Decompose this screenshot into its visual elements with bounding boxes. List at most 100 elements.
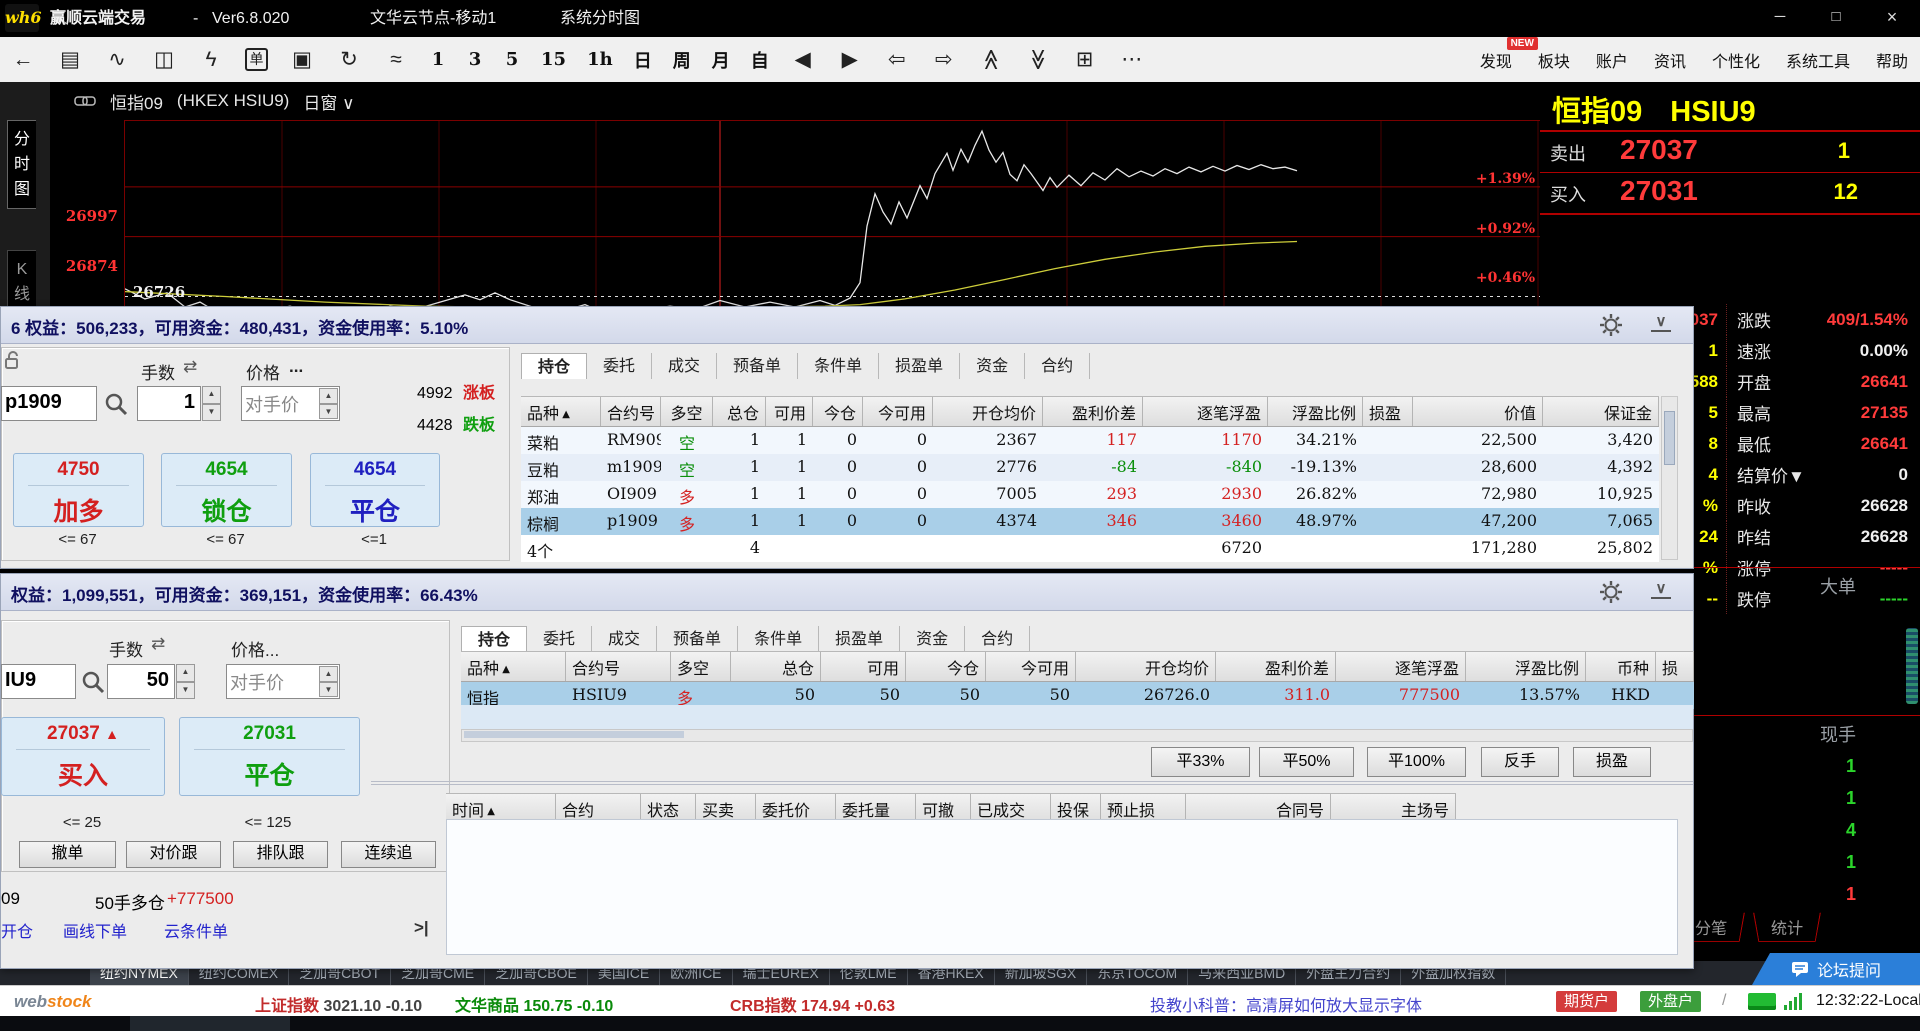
tab1-7[interactable]: 合约 xyxy=(1025,353,1090,379)
menu-item-3[interactable]: 资讯 xyxy=(1654,48,1686,72)
table-scrollbar-1[interactable] xyxy=(1661,396,1678,560)
order-link-0[interactable]: 开仓 xyxy=(1,918,33,942)
order-link-2[interactable]: 云条件单 xyxy=(164,918,228,942)
period-button-7[interactable]: 月 xyxy=(712,47,730,73)
more-icon[interactable]: ⋯ xyxy=(1119,47,1145,72)
qty-input-1[interactable]: 1 xyxy=(137,386,201,421)
kline-chart-icon[interactable]: ◫ xyxy=(151,47,177,72)
collapse-icon[interactable]: ∨ xyxy=(1651,314,1671,332)
flash-order-icon[interactable]: ϟ xyxy=(198,48,224,72)
quote-tab-1[interactable]: 统计 xyxy=(1753,913,1821,942)
price-plot[interactable]: 26726 +1.39%+0.92%+0.46% xyxy=(124,120,1542,307)
tab2-6[interactable]: 资金 xyxy=(900,626,965,652)
expand-panel-icon[interactable]: >| xyxy=(414,918,429,938)
order-button-平仓[interactable]: 4654平仓 xyxy=(310,453,440,527)
next-contract-icon[interactable]: ▶ xyxy=(837,47,863,72)
bid-row[interactable]: 买入 27031 12 xyxy=(1540,173,1920,215)
expand-down-icon[interactable]: ≫ xyxy=(1025,47,1050,73)
price-spinner-1[interactable]: ▲▼ xyxy=(319,388,338,419)
tab1-3[interactable]: 预备单 xyxy=(717,353,798,379)
collapse-icon-2[interactable]: ∨ xyxy=(1651,581,1671,599)
search-icon[interactable] xyxy=(104,392,129,417)
table-row[interactable]: 郑油OI909多11007005293293026.82%72,98010,92… xyxy=(521,481,1659,508)
indicator-icon[interactable]: ≈ xyxy=(383,48,409,72)
menu-item-1[interactable]: 板块 xyxy=(1538,48,1570,72)
period-button-0[interactable]: 1 xyxy=(430,49,446,70)
buy-button[interactable]: 27037 ▲ 买入 xyxy=(1,717,165,796)
ask-row[interactable]: 卖出 27037 1 xyxy=(1540,132,1920,173)
menu-item-5[interactable]: 系统工具 xyxy=(1786,48,1850,72)
order-panel-icon[interactable]: 单 xyxy=(245,48,268,71)
order-link-1[interactable]: 画线下单 xyxy=(63,918,127,942)
table-row[interactable]: 菜粕RM909空11002367117117034.21%22,5003,420 xyxy=(521,427,1659,454)
qty-input-2[interactable]: 50 xyxy=(107,664,175,699)
menu-item-4[interactable]: 个性化 xyxy=(1712,48,1760,72)
close-percent-button-3[interactable]: 反手 xyxy=(1481,747,1559,777)
order-button-锁仓[interactable]: 4654锁仓 xyxy=(161,453,292,527)
forum-button[interactable]: 论坛提问 xyxy=(1752,953,1920,985)
price-spinner-2[interactable]: ▲▼ xyxy=(319,666,338,697)
lock-open-icon[interactable] xyxy=(4,351,22,369)
refresh-icon[interactable]: ↻ xyxy=(336,47,362,72)
settings-gear-icon-2[interactable] xyxy=(1599,580,1623,604)
tab2-1[interactable]: 委托 xyxy=(527,626,592,652)
tab2-2[interactable]: 成交 xyxy=(592,626,657,652)
quote-board-icon[interactable]: ▤ xyxy=(57,47,83,72)
period-button-6[interactable]: 周 xyxy=(673,47,691,73)
close-percent-button-0[interactable]: 平33% xyxy=(1151,747,1250,777)
tab-time-chart[interactable]: 分时图 xyxy=(7,120,36,209)
grid-layout-icon[interactable]: ⊞ xyxy=(1072,47,1098,72)
qty-cycle-icon-2[interactable]: ⇄ xyxy=(151,634,165,654)
tab1-1[interactable]: 委托 xyxy=(587,353,652,379)
foreign-account-badge[interactable]: 外盘户 xyxy=(1640,991,1701,1012)
period-button-5[interactable]: 日 xyxy=(634,47,652,73)
tab-kline-chart[interactable]: K线 xyxy=(7,250,36,314)
tab2-3[interactable]: 预备单 xyxy=(657,626,738,652)
quote-scrollbar[interactable] xyxy=(1906,628,1918,704)
follow-button-1[interactable]: 对价跟 xyxy=(126,841,221,868)
tab1-0[interactable]: 持仓 xyxy=(521,353,587,379)
prev-contract-icon[interactable]: ◀ xyxy=(790,47,816,72)
follow-button-3[interactable]: 连续追 xyxy=(341,841,436,868)
price-more[interactable]: ... xyxy=(289,357,303,377)
back-icon[interactable]: ← xyxy=(10,48,36,72)
table-row[interactable]: 棕榈p1909多11004374346346048.97%47,2007,065 xyxy=(521,508,1659,535)
period-button-2[interactable]: 5 xyxy=(504,49,520,70)
tab1-5[interactable]: 损盈单 xyxy=(879,353,960,379)
settings-gear-icon[interactable] xyxy=(1599,313,1623,337)
page-right-icon[interactable]: ⇨ xyxy=(931,47,957,72)
close-percent-button-1[interactable]: 平50% xyxy=(1259,747,1354,777)
contract-input-2[interactable]: IU9 xyxy=(1,664,76,699)
menu-item-0[interactable]: 发现NEW xyxy=(1480,48,1512,72)
period-button-8[interactable]: 自 xyxy=(751,47,769,73)
table-row[interactable]: 豆粕m1909空11002776-84-840-19.13%28,6004,39… xyxy=(521,454,1659,481)
close-percent-button-4[interactable]: 损盈 xyxy=(1573,747,1651,777)
qty-spinner-1[interactable]: ▲▼ xyxy=(202,386,221,421)
follow-button-2[interactable]: 排队跟 xyxy=(233,841,328,868)
search-icon-2[interactable] xyxy=(81,670,106,695)
contract-input-1[interactable]: p1909 xyxy=(1,386,97,421)
order-button-加多[interactable]: 4750加多 xyxy=(13,453,144,527)
tab2-5[interactable]: 损盈单 xyxy=(819,626,900,652)
futures-account-badge[interactable]: 期货户 xyxy=(1556,991,1617,1012)
qty-spinner-2[interactable]: ▲▼ xyxy=(176,664,195,699)
tab1-6[interactable]: 资金 xyxy=(960,353,1025,379)
menu-item-2[interactable]: 账户 xyxy=(1596,48,1628,72)
tab2-0[interactable]: 持仓 xyxy=(461,626,527,652)
tab2-4[interactable]: 条件单 xyxy=(738,626,819,652)
period-button-3[interactable]: 15 xyxy=(541,49,566,70)
edu-tip-link[interactable]: 投教小科普：高清屏如何放大显示字体 xyxy=(1150,992,1422,1016)
time-chart-icon[interactable]: ∿ xyxy=(104,47,130,72)
tab1-4[interactable]: 条件单 xyxy=(798,353,879,379)
qty-cycle-icon[interactable]: ⇄ xyxy=(183,357,197,377)
collapse-up-icon[interactable]: ≪ xyxy=(978,47,1003,73)
close-position-button[interactable]: 27031 平仓 xyxy=(179,717,360,796)
maximize-button[interactable]: □ xyxy=(1808,0,1864,37)
table-hscrollbar-2[interactable] xyxy=(461,729,1693,742)
close-percent-button-2[interactable]: 平100% xyxy=(1367,747,1466,777)
table-row[interactable]: 4个46720171,28025,802 xyxy=(521,535,1659,562)
minimize-button[interactable]: ─ xyxy=(1752,0,1808,37)
save-icon[interactable]: ▣ xyxy=(289,47,315,72)
period-button-1[interactable]: 3 xyxy=(467,49,483,70)
close-button[interactable]: × xyxy=(1864,0,1920,37)
